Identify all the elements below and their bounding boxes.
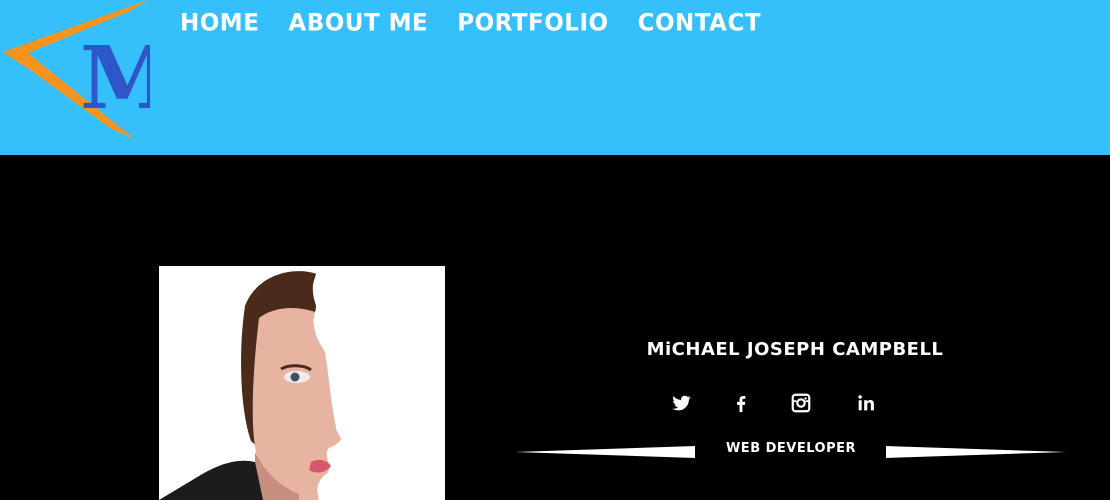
profile-role: WEB DEVELOPER xyxy=(725,441,857,456)
nav-contact[interactable]: CONTACT xyxy=(638,8,761,37)
nav-portfolio[interactable]: PORTFOLIO xyxy=(457,8,608,37)
profile-name: MiCHAEL JOSEPH CAMPBELL xyxy=(646,339,944,360)
site-logo[interactable]: M xyxy=(0,0,175,145)
nav-about-me[interactable]: ABOUT ME xyxy=(288,8,428,37)
site-header: M HOME ABOUT ME PORTFOLIO CONTACT xyxy=(0,0,1110,155)
instagram-icon[interactable] xyxy=(790,392,812,414)
main-nav: HOME ABOUT ME PORTFOLIO CONTACT xyxy=(180,9,761,37)
twitter-icon[interactable] xyxy=(670,392,692,414)
social-links xyxy=(0,392,1110,416)
svg-text:M: M xyxy=(80,28,150,129)
nav-home[interactable]: HOME xyxy=(180,8,259,37)
linkedin-icon[interactable] xyxy=(855,392,877,414)
facebook-icon[interactable] xyxy=(730,392,752,414)
divider-right xyxy=(886,446,1066,458)
divider-left xyxy=(515,446,695,458)
logo-mark-icon: M xyxy=(3,0,175,140)
profile-photo xyxy=(159,266,445,500)
